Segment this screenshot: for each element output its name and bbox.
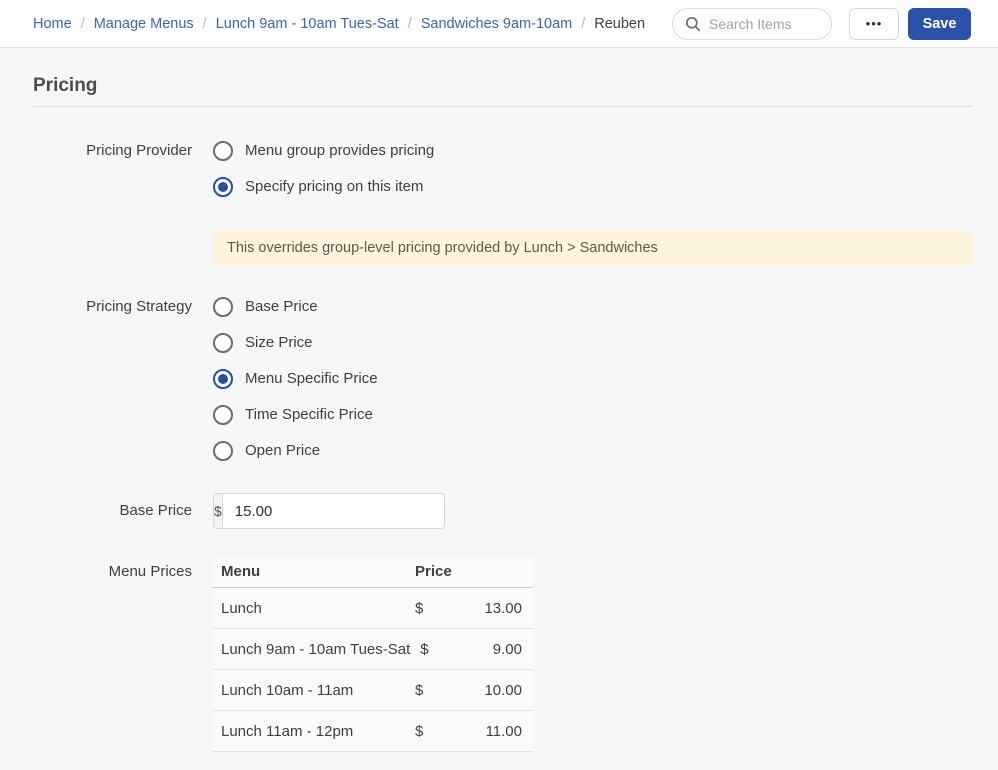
pricing-provider-radio-group: Menu group provides pricing Specify pric… <box>213 141 434 197</box>
breadcrumb-separator: / <box>408 16 412 32</box>
pricing-provider-label: Pricing Provider <box>33 141 192 161</box>
radio-open-price[interactable]: Open Price <box>213 441 378 461</box>
table-row[interactable]: Lunch 9am - 10am Tues-Sat $ 9.00 <box>213 629 533 670</box>
base-price-input-group: $ <box>213 493 445 529</box>
column-header-price: Price <box>405 563 533 580</box>
price-cell: 11.00 <box>453 723 533 740</box>
radio-menu-group-provides-pricing[interactable]: Menu group provides pricing <box>213 141 434 161</box>
menu-name-cell: Lunch 10am - 11am <box>213 682 405 699</box>
breadcrumb-home[interactable]: Home <box>33 16 72 32</box>
table-row[interactable]: Lunch 11am - 12pm $ 11.00 <box>213 711 533 752</box>
breadcrumb-group[interactable]: Sandwiches 9am-10am <box>421 16 573 32</box>
table-row[interactable]: Lunch $ 13.00 <box>213 588 533 629</box>
override-notice-banner: This overrides group-level pricing provi… <box>213 230 973 266</box>
breadcrumb-current-item: Reuben <box>594 16 645 32</box>
pricing-strategy-label: Pricing Strategy <box>33 297 192 317</box>
radio-button-icon[interactable] <box>213 297 233 317</box>
menu-name-cell: Lunch 9am - 10am Tues-Sat <box>213 641 410 658</box>
breadcrumb-separator: / <box>581 16 585 32</box>
base-price-input[interactable] <box>223 494 445 528</box>
more-options-button[interactable]: ••• <box>849 8 899 40</box>
radio-option-label: Open Price <box>245 441 320 461</box>
currency-cell: $ <box>405 682 453 699</box>
menu-prices-row: Menu Prices Menu Price Lunch $ 13.00 Lun… <box>33 556 973 752</box>
menu-prices-label: Menu Prices <box>33 556 192 588</box>
pricing-page: Pricing Pricing Provider Menu group prov… <box>0 48 998 752</box>
currency-cell: $ <box>405 723 453 740</box>
breadcrumb-menu[interactable]: Lunch 9am - 10am Tues-Sat <box>216 16 399 32</box>
table-row[interactable]: Lunch 10am - 11am $ 10.00 <box>213 670 533 711</box>
breadcrumb-manage-menus[interactable]: Manage Menus <box>94 16 194 32</box>
currency-symbol-addon: $ <box>214 494 223 528</box>
menu-name-cell: Lunch 11am - 12pm <box>213 723 405 740</box>
radio-button-icon[interactable] <box>213 369 233 389</box>
top-bar: Home / Manage Menus / Lunch 9am - 10am T… <box>0 0 998 48</box>
override-notice-row: This overrides group-level pricing provi… <box>33 230 973 266</box>
column-header-menu: Menu <box>213 563 405 580</box>
radio-option-label: Size Price <box>245 333 313 353</box>
radio-menu-specific-price[interactable]: Menu Specific Price <box>213 369 378 389</box>
search-box[interactable] <box>672 8 832 40</box>
radio-option-label: Menu Specific Price <box>245 369 378 389</box>
radio-time-specific-price[interactable]: Time Specific Price <box>213 405 378 425</box>
radio-option-label: Menu group provides pricing <box>245 141 434 161</box>
pricing-provider-row: Pricing Provider Menu group provides pri… <box>33 141 973 197</box>
radio-option-label: Specify pricing on this item <box>245 177 423 197</box>
pricing-strategy-radio-group: Base Price Size Price Menu Specific Pric… <box>213 297 378 461</box>
radio-base-price[interactable]: Base Price <box>213 297 378 317</box>
price-cell: 13.00 <box>453 600 533 617</box>
radio-button-icon[interactable] <box>213 177 233 197</box>
radio-button-icon[interactable] <box>213 141 233 161</box>
section-divider <box>33 106 973 107</box>
breadcrumb: Home / Manage Menus / Lunch 9am - 10am T… <box>33 16 645 32</box>
base-price-row: Base Price $ <box>33 493 973 529</box>
radio-size-price[interactable]: Size Price <box>213 333 378 353</box>
breadcrumb-separator: / <box>81 16 85 32</box>
currency-cell: $ <box>405 600 453 617</box>
radio-button-icon[interactable] <box>213 405 233 425</box>
topbar-actions: ••• Save <box>672 8 971 40</box>
menu-name-cell: Lunch <box>213 600 405 617</box>
radio-option-label: Base Price <box>245 297 318 317</box>
radio-specify-pricing-on-item[interactable]: Specify pricing on this item <box>213 177 434 197</box>
pricing-strategy-row: Pricing Strategy Base Price Size Price M… <box>33 297 973 461</box>
radio-button-icon[interactable] <box>213 441 233 461</box>
price-cell: 9.00 <box>456 641 533 658</box>
radio-option-label: Time Specific Price <box>245 405 373 425</box>
search-icon <box>685 16 701 32</box>
currency-cell: $ <box>410 641 456 658</box>
breadcrumb-separator: / <box>203 16 207 32</box>
radio-button-icon[interactable] <box>213 333 233 353</box>
base-price-label: Base Price <box>33 493 192 529</box>
search-input[interactable] <box>709 16 821 32</box>
price-cell: 10.00 <box>453 682 533 699</box>
page-title: Pricing <box>33 75 973 97</box>
menu-prices-table: Menu Price Lunch $ 13.00 Lunch 9am - 10a… <box>213 556 533 752</box>
table-header-row: Menu Price <box>213 556 533 588</box>
save-button[interactable]: Save <box>908 8 971 40</box>
